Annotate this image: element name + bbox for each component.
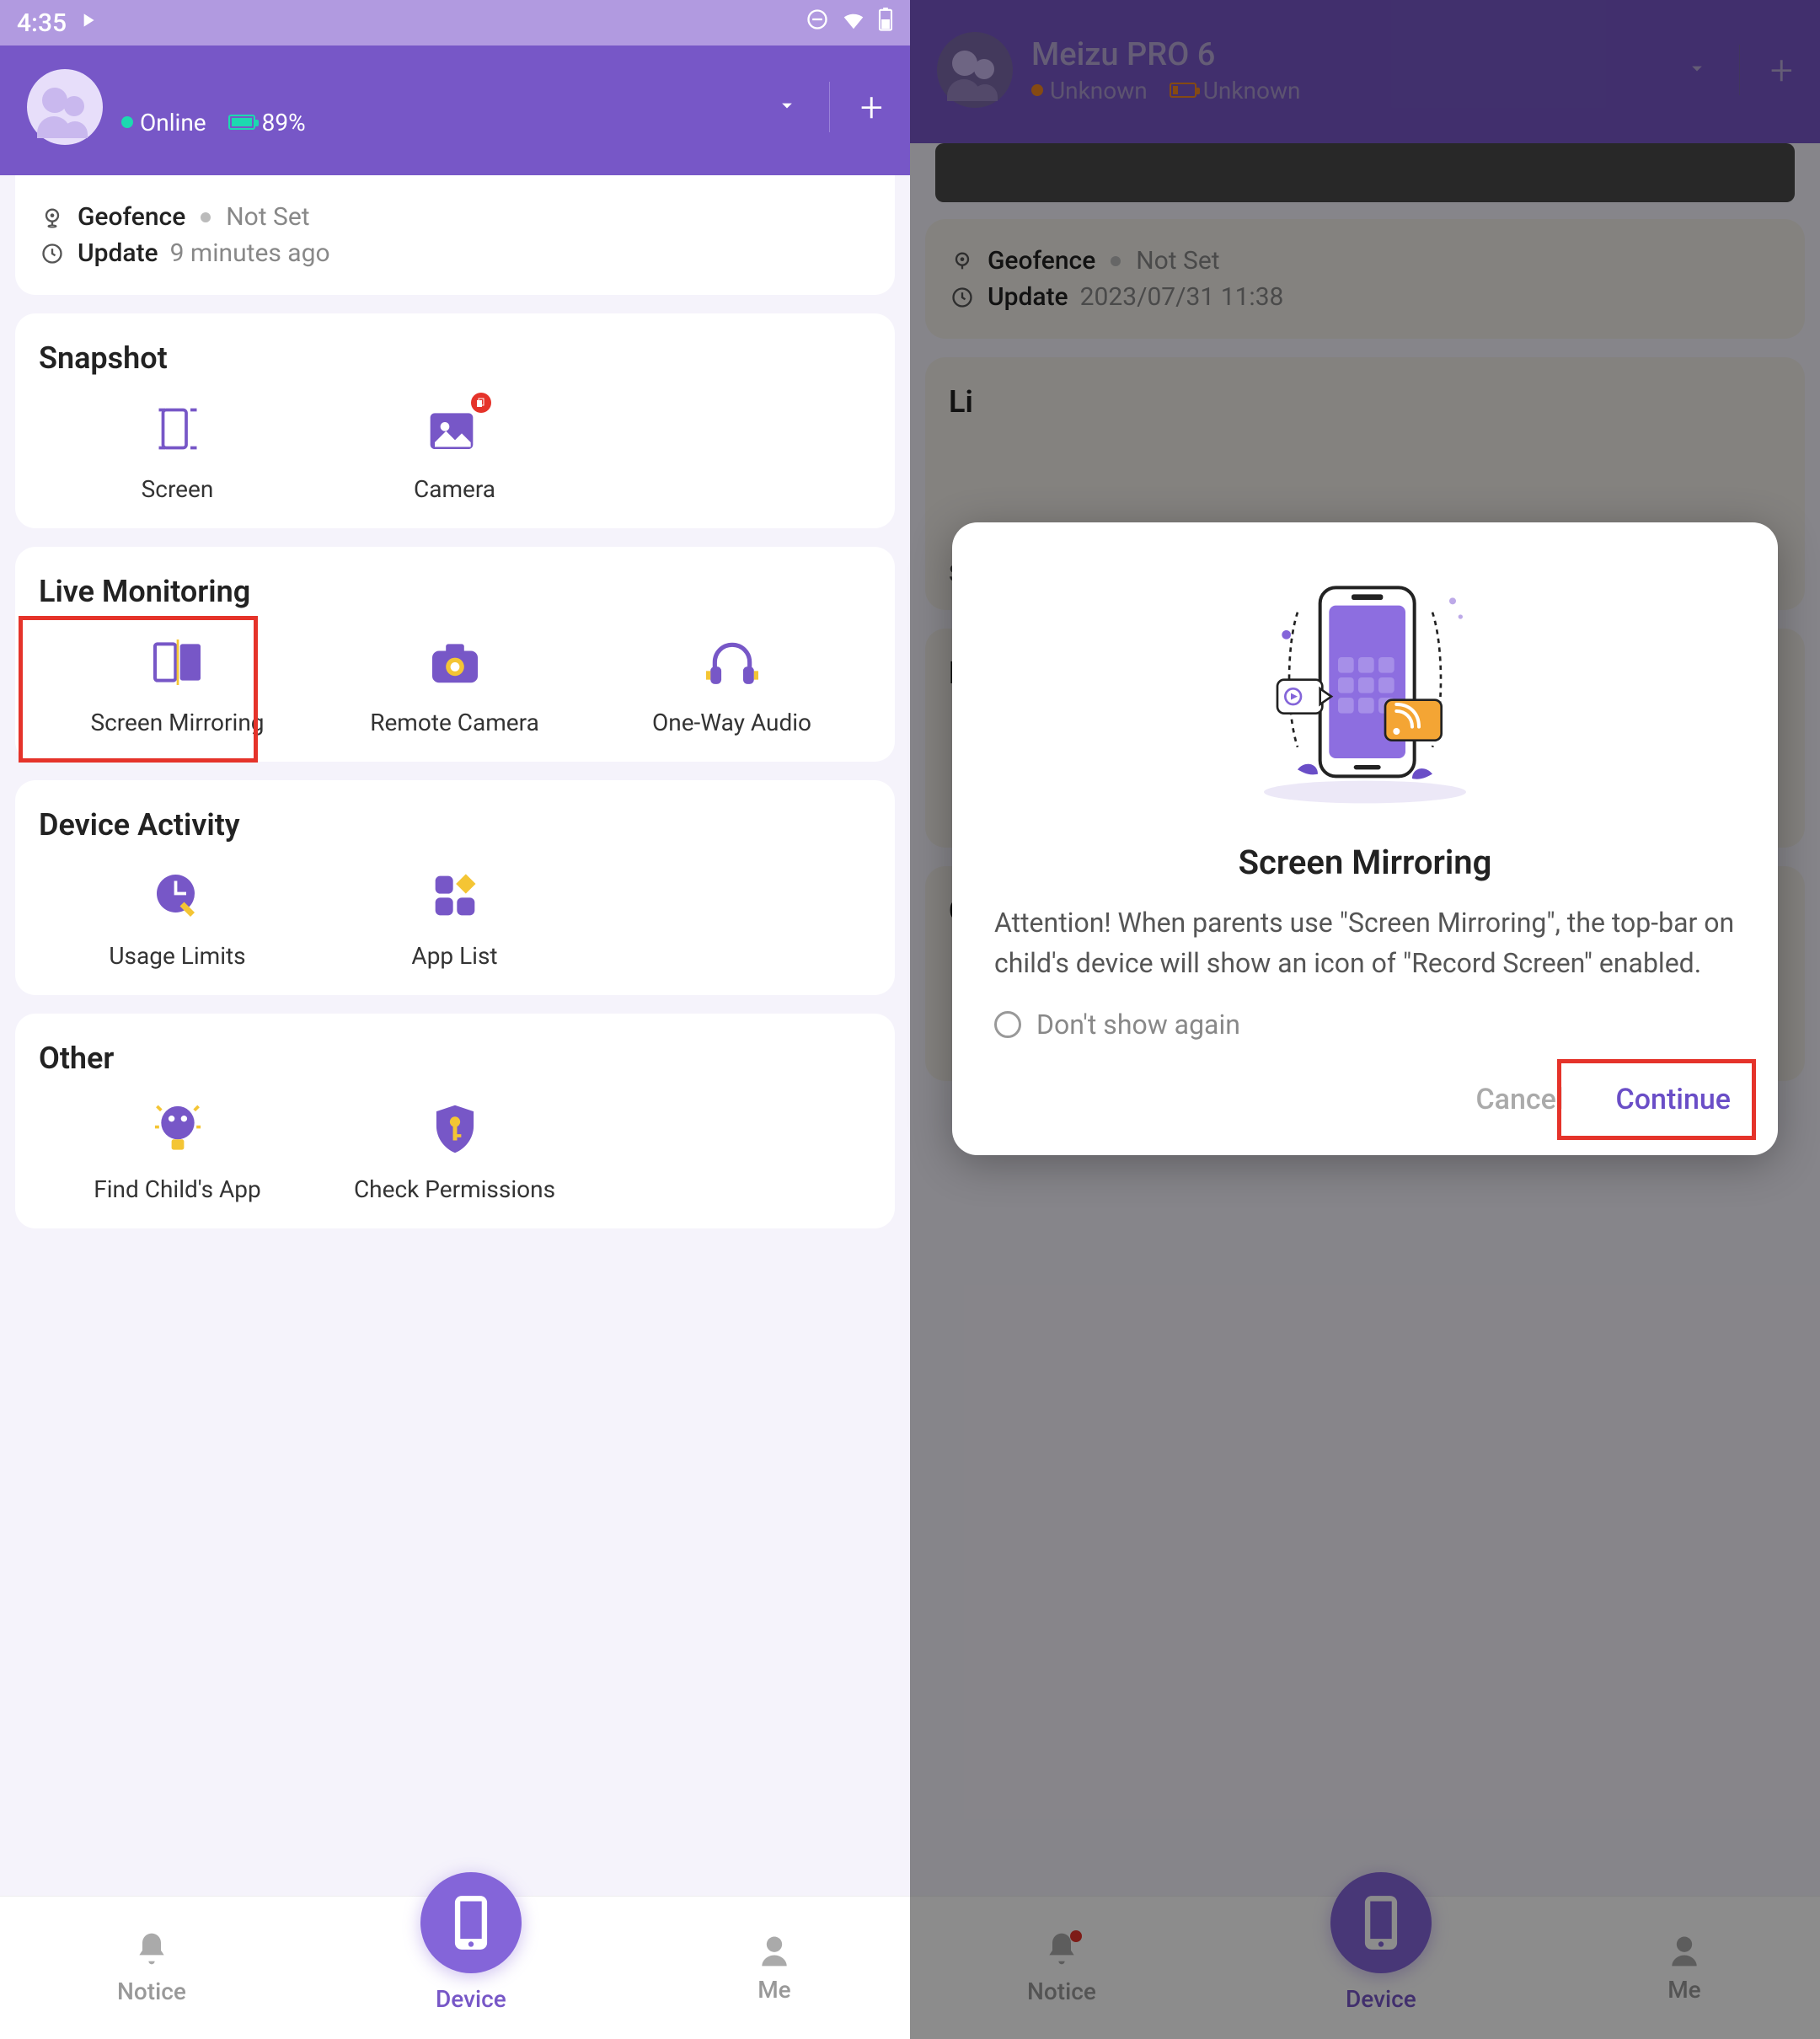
snapshot-camera-button[interactable]: Camera: [316, 398, 593, 503]
online-status: Online: [121, 109, 206, 136]
left-screenshot: 4:35 Online 89% +: [0, 0, 910, 2039]
phone-icon: [420, 1872, 522, 1973]
update-value: 9 minutes ago: [170, 238, 330, 268]
screen-icon: [147, 398, 209, 460]
icon-label: Check Permissions: [354, 1175, 555, 1203]
screen-mirroring-button[interactable]: Screen Mirroring: [39, 631, 316, 736]
clock: 4:35: [17, 8, 67, 38]
section-title: Snapshot: [39, 340, 871, 376]
status-info-card: Geofence Not Set Update 9 minutes ago: [15, 175, 895, 295]
snapshot-screen-button[interactable]: Screen: [39, 398, 316, 503]
clock-icon: [39, 240, 66, 267]
geofence-value: Not Set: [226, 202, 309, 232]
icon-label: Remote Camera: [370, 709, 539, 736]
device-activity-section: Device Activity Usage Limits App List: [15, 780, 895, 995]
location-pin-icon: [39, 204, 66, 231]
live-monitoring-section: Live Monitoring Screen Mirroring Remote …: [15, 547, 895, 762]
shield-key-icon: [424, 1098, 486, 1160]
app-grid-icon: [424, 864, 486, 927]
other-section: Other Find Child's App Check Permissions: [15, 1014, 895, 1228]
modal-body-text: Attention! When parents use "Screen Mirr…: [994, 902, 1736, 983]
radio-unchecked-icon: [994, 1011, 1021, 1038]
snapshot-section: Snapshot Screen Camera: [15, 313, 895, 528]
nav-label: Me: [757, 1976, 790, 2004]
dropdown-chevron-icon[interactable]: [775, 94, 799, 120]
avatar-icon[interactable]: [27, 69, 103, 145]
usage-limits-button[interactable]: Usage Limits: [39, 864, 316, 970]
screen-mirroring-icon: [147, 631, 209, 693]
battery-status: 89%: [228, 109, 306, 136]
section-title: Other: [39, 1041, 871, 1076]
icon-label: Find Child's App: [94, 1175, 260, 1203]
status-bar: 4:35: [0, 0, 910, 45]
nav-label: Device: [436, 1985, 506, 2013]
icon-label: Screen: [142, 475, 214, 503]
screen-mirroring-modal: Screen Mirroring Attention! When parents…: [952, 522, 1778, 1155]
remote-camera-button[interactable]: Remote Camera: [316, 631, 593, 736]
icon-label: One-Way Audio: [652, 709, 811, 736]
icon-label: Camera: [414, 475, 495, 503]
nav-device[interactable]: Device: [420, 1923, 522, 2013]
nav-notice[interactable]: Notice: [117, 1930, 186, 2005]
icon-label: Screen Mirroring: [90, 709, 264, 736]
icon-label: Usage Limits: [109, 942, 245, 970]
continue-button[interactable]: Continue: [1611, 1074, 1736, 1125]
icon-label: App List: [411, 942, 497, 970]
remote-camera-icon: [424, 631, 486, 693]
one-way-audio-button[interactable]: One-Way Audio: [593, 631, 870, 736]
divider: [829, 82, 830, 132]
device-name: [121, 78, 775, 109]
checkbox-label: Don't show again: [1036, 1009, 1240, 1041]
camera-picture-icon: [424, 398, 486, 460]
right-screenshot: Meizu PRO 6 Unknown Unknown + Geofence N: [910, 0, 1820, 2039]
modal-title: Screen Mirroring: [994, 843, 1736, 882]
bottom-nav: Notice Device Me: [0, 1896, 910, 2039]
nav-me[interactable]: Me: [756, 1932, 793, 2004]
check-permissions-button[interactable]: Check Permissions: [316, 1098, 593, 1203]
find-childs-app-button[interactable]: Find Child's App: [39, 1098, 316, 1203]
modal-illustration: [994, 556, 1736, 826]
wifi-icon: [841, 7, 866, 39]
battery-icon: [878, 8, 893, 38]
header: Online 89% +: [0, 45, 910, 175]
section-title: Live Monitoring: [39, 574, 871, 609]
play-store-icon: [77, 8, 99, 38]
usage-limits-icon: [147, 864, 209, 927]
headphones-icon: [701, 631, 763, 693]
cancel-button[interactable]: Cancel: [1470, 1074, 1568, 1125]
update-row[interactable]: Update 9 minutes ago: [39, 238, 871, 268]
status-dot-icon: [201, 212, 211, 222]
dont-show-again-checkbox[interactable]: Don't show again: [994, 1009, 1736, 1041]
lightbulb-icon: [147, 1098, 209, 1160]
nav-label: Notice: [117, 1977, 186, 2005]
add-device-icon[interactable]: +: [860, 83, 883, 131]
geofence-label: Geofence: [78, 202, 185, 232]
geofence-row[interactable]: Geofence Not Set: [39, 202, 871, 232]
app-list-button[interactable]: App List: [316, 864, 593, 970]
dnd-icon: [806, 8, 829, 38]
section-title: Device Activity: [39, 807, 871, 843]
update-label: Update: [78, 238, 158, 268]
